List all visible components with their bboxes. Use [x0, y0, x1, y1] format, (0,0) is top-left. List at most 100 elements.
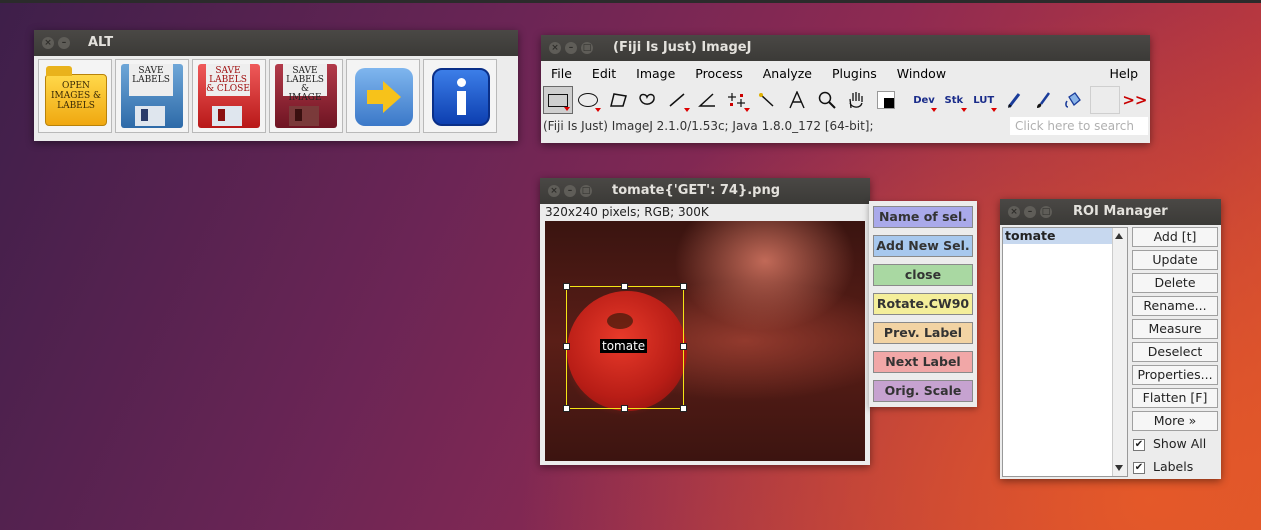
labels-checkbox[interactable]: ✔ Labels — [1133, 458, 1193, 476]
imagej-window: × – □ (Fiji Is Just) ImageJ File Edit Im… — [541, 35, 1150, 143]
more-tools-icon[interactable]: >> — [1120, 86, 1150, 114]
pencil-tool-icon[interactable] — [999, 86, 1029, 114]
label-tool-panel: Name of sel. Add New Sel. close Rotate.C… — [869, 201, 977, 407]
roi-label: tomate — [600, 339, 648, 353]
list-item[interactable]: tomate — [1003, 228, 1115, 244]
maximize-icon[interactable]: □ — [581, 42, 593, 54]
button-caption: IMAGE — [288, 93, 322, 103]
properties-button[interactable]: Properties... — [1132, 365, 1218, 385]
text-tool-icon[interactable] — [782, 86, 812, 114]
image-canvas[interactable]: tomate — [545, 221, 865, 461]
flatten-button[interactable]: Flatten [F] — [1132, 388, 1218, 408]
next-arrow-button[interactable] — [346, 59, 420, 133]
wand-tool-icon[interactable] — [752, 86, 782, 114]
name-of-selection-button[interactable]: Name of sel. — [873, 206, 973, 228]
search-input[interactable]: Click here to search — [1010, 117, 1148, 135]
oval-tool-icon[interactable] — [573, 86, 603, 114]
stk-tool-button[interactable]: Stk — [939, 86, 969, 114]
info-button[interactable] — [423, 59, 497, 133]
scroll-down-icon[interactable] — [1115, 465, 1123, 471]
freehand-tool-icon[interactable] — [633, 86, 663, 114]
image-titlebar: × – □ tomate{'GET': 74}.png — [540, 178, 870, 204]
tool-bar: Dev Stk LUT >> — [541, 85, 1150, 115]
minimize-icon[interactable]: – — [565, 42, 577, 54]
scrollbar[interactable] — [1112, 228, 1127, 476]
menu-plugins[interactable]: Plugins — [822, 66, 887, 81]
labels-label: Labels — [1153, 459, 1194, 474]
maximize-icon[interactable]: □ — [580, 185, 592, 197]
alt-title: ALT — [88, 35, 114, 50]
flood-fill-tool-icon[interactable] — [1058, 86, 1088, 114]
roi-manager-title: ROI Manager — [1073, 204, 1168, 219]
minimize-icon[interactable]: – — [564, 185, 576, 197]
angle-tool-icon[interactable] — [692, 86, 722, 114]
checkbox-check-icon: ✔ — [1133, 461, 1145, 474]
show-all-checkbox[interactable]: ✔ Show All — [1133, 435, 1206, 453]
status-bar: (Fiji Is Just) ImageJ 2.1.0/1.53c; Java … — [541, 115, 1150, 137]
menu-help[interactable]: Help — [1100, 66, 1149, 81]
button-caption: IMAGES & — [50, 91, 102, 101]
button-caption: LABELS — [57, 101, 95, 111]
image-title: tomate{'GET': 74}.png — [612, 183, 781, 198]
close-icon[interactable]: × — [42, 37, 54, 49]
scroll-up-icon[interactable] — [1115, 233, 1123, 239]
polygon-tool-icon[interactable] — [603, 86, 633, 114]
add-button[interactable]: Add [t] — [1132, 227, 1218, 247]
menu-analyze[interactable]: Analyze — [753, 66, 822, 81]
rename-button[interactable]: Rename... — [1132, 296, 1218, 316]
alt-window: × – ALT OPEN IMAGES & LABELS SAVE LABELS — [34, 30, 518, 141]
next-label-button[interactable]: Next Label — [873, 351, 973, 373]
magnifier-tool-icon[interactable] — [812, 86, 842, 114]
show-all-label: Show All — [1153, 436, 1207, 451]
lut-tool-button[interactable]: LUT — [969, 86, 999, 114]
deselect-button[interactable]: Deselect — [1132, 342, 1218, 362]
measure-button[interactable]: Measure — [1132, 319, 1218, 339]
roi-list[interactable]: tomate — [1002, 227, 1128, 477]
line-tool-icon[interactable] — [662, 86, 692, 114]
roi-manager-window: × – □ ROI Manager tomate Add [t] Update … — [1000, 199, 1221, 479]
menu-image[interactable]: Image — [626, 66, 685, 81]
menu-window[interactable]: Window — [887, 66, 956, 81]
point-tool-icon[interactable] — [722, 86, 752, 114]
arrow-right-icon — [355, 68, 413, 126]
alt-titlebar: × – ALT — [34, 30, 518, 56]
lut-tool-label: LUT — [973, 94, 995, 106]
orig-scale-button[interactable]: Orig. Scale — [873, 380, 973, 402]
button-caption: LABELS & — [286, 75, 324, 94]
minimize-icon[interactable]: – — [1024, 206, 1036, 218]
close-button[interactable]: close — [873, 264, 973, 286]
add-new-selection-button[interactable]: Add New Sel. — [873, 235, 973, 257]
open-images-labels-button[interactable]: OPEN IMAGES & LABELS — [38, 59, 112, 133]
empty-tool-slot[interactable] — [1090, 86, 1121, 114]
more-button[interactable]: More » — [1132, 411, 1218, 431]
color-picker-tool-icon[interactable] — [871, 86, 901, 114]
folder-icon: OPEN IMAGES & LABELS — [45, 66, 107, 126]
menu-file[interactable]: File — [541, 66, 582, 81]
maximize-icon[interactable]: □ — [1040, 206, 1052, 218]
dev-tool-label: Dev — [913, 94, 935, 106]
checkbox-check-icon: ✔ — [1133, 438, 1145, 451]
close-icon[interactable]: × — [548, 185, 560, 197]
save-labels-image-button[interactable]: SAVE LABELS & IMAGE — [269, 59, 343, 133]
save-labels-button[interactable]: SAVE LABELS — [115, 59, 189, 133]
rotate-cw90-button[interactable]: Rotate.CW90 — [873, 293, 973, 315]
imagej-titlebar: × – □ (Fiji Is Just) ImageJ — [541, 35, 1150, 61]
minimize-icon[interactable]: – — [58, 37, 70, 49]
brush-tool-icon[interactable] — [1028, 86, 1058, 114]
close-icon[interactable]: × — [1008, 206, 1020, 218]
button-caption: LABELS — [132, 75, 170, 85]
image-window: × – □ tomate{'GET': 74}.png 320x240 pixe… — [540, 178, 870, 465]
rectangle-tool-icon[interactable] — [543, 86, 573, 114]
delete-button[interactable]: Delete — [1132, 273, 1218, 293]
prev-label-button[interactable]: Prev. Label — [873, 322, 973, 344]
floppy-disk-icon: SAVE LABELS & CLOSE — [198, 64, 260, 128]
save-labels-close-button[interactable]: SAVE LABELS & CLOSE — [192, 59, 266, 133]
dev-tool-button[interactable]: Dev — [909, 86, 939, 114]
menu-process[interactable]: Process — [685, 66, 752, 81]
hand-tool-icon[interactable] — [841, 86, 871, 114]
roi-manager-titlebar: × – □ ROI Manager — [1000, 199, 1221, 225]
update-button[interactable]: Update — [1132, 250, 1218, 270]
desktop-top-panel — [0, 0, 1261, 3]
menu-edit[interactable]: Edit — [582, 66, 626, 81]
close-icon[interactable]: × — [549, 42, 561, 54]
